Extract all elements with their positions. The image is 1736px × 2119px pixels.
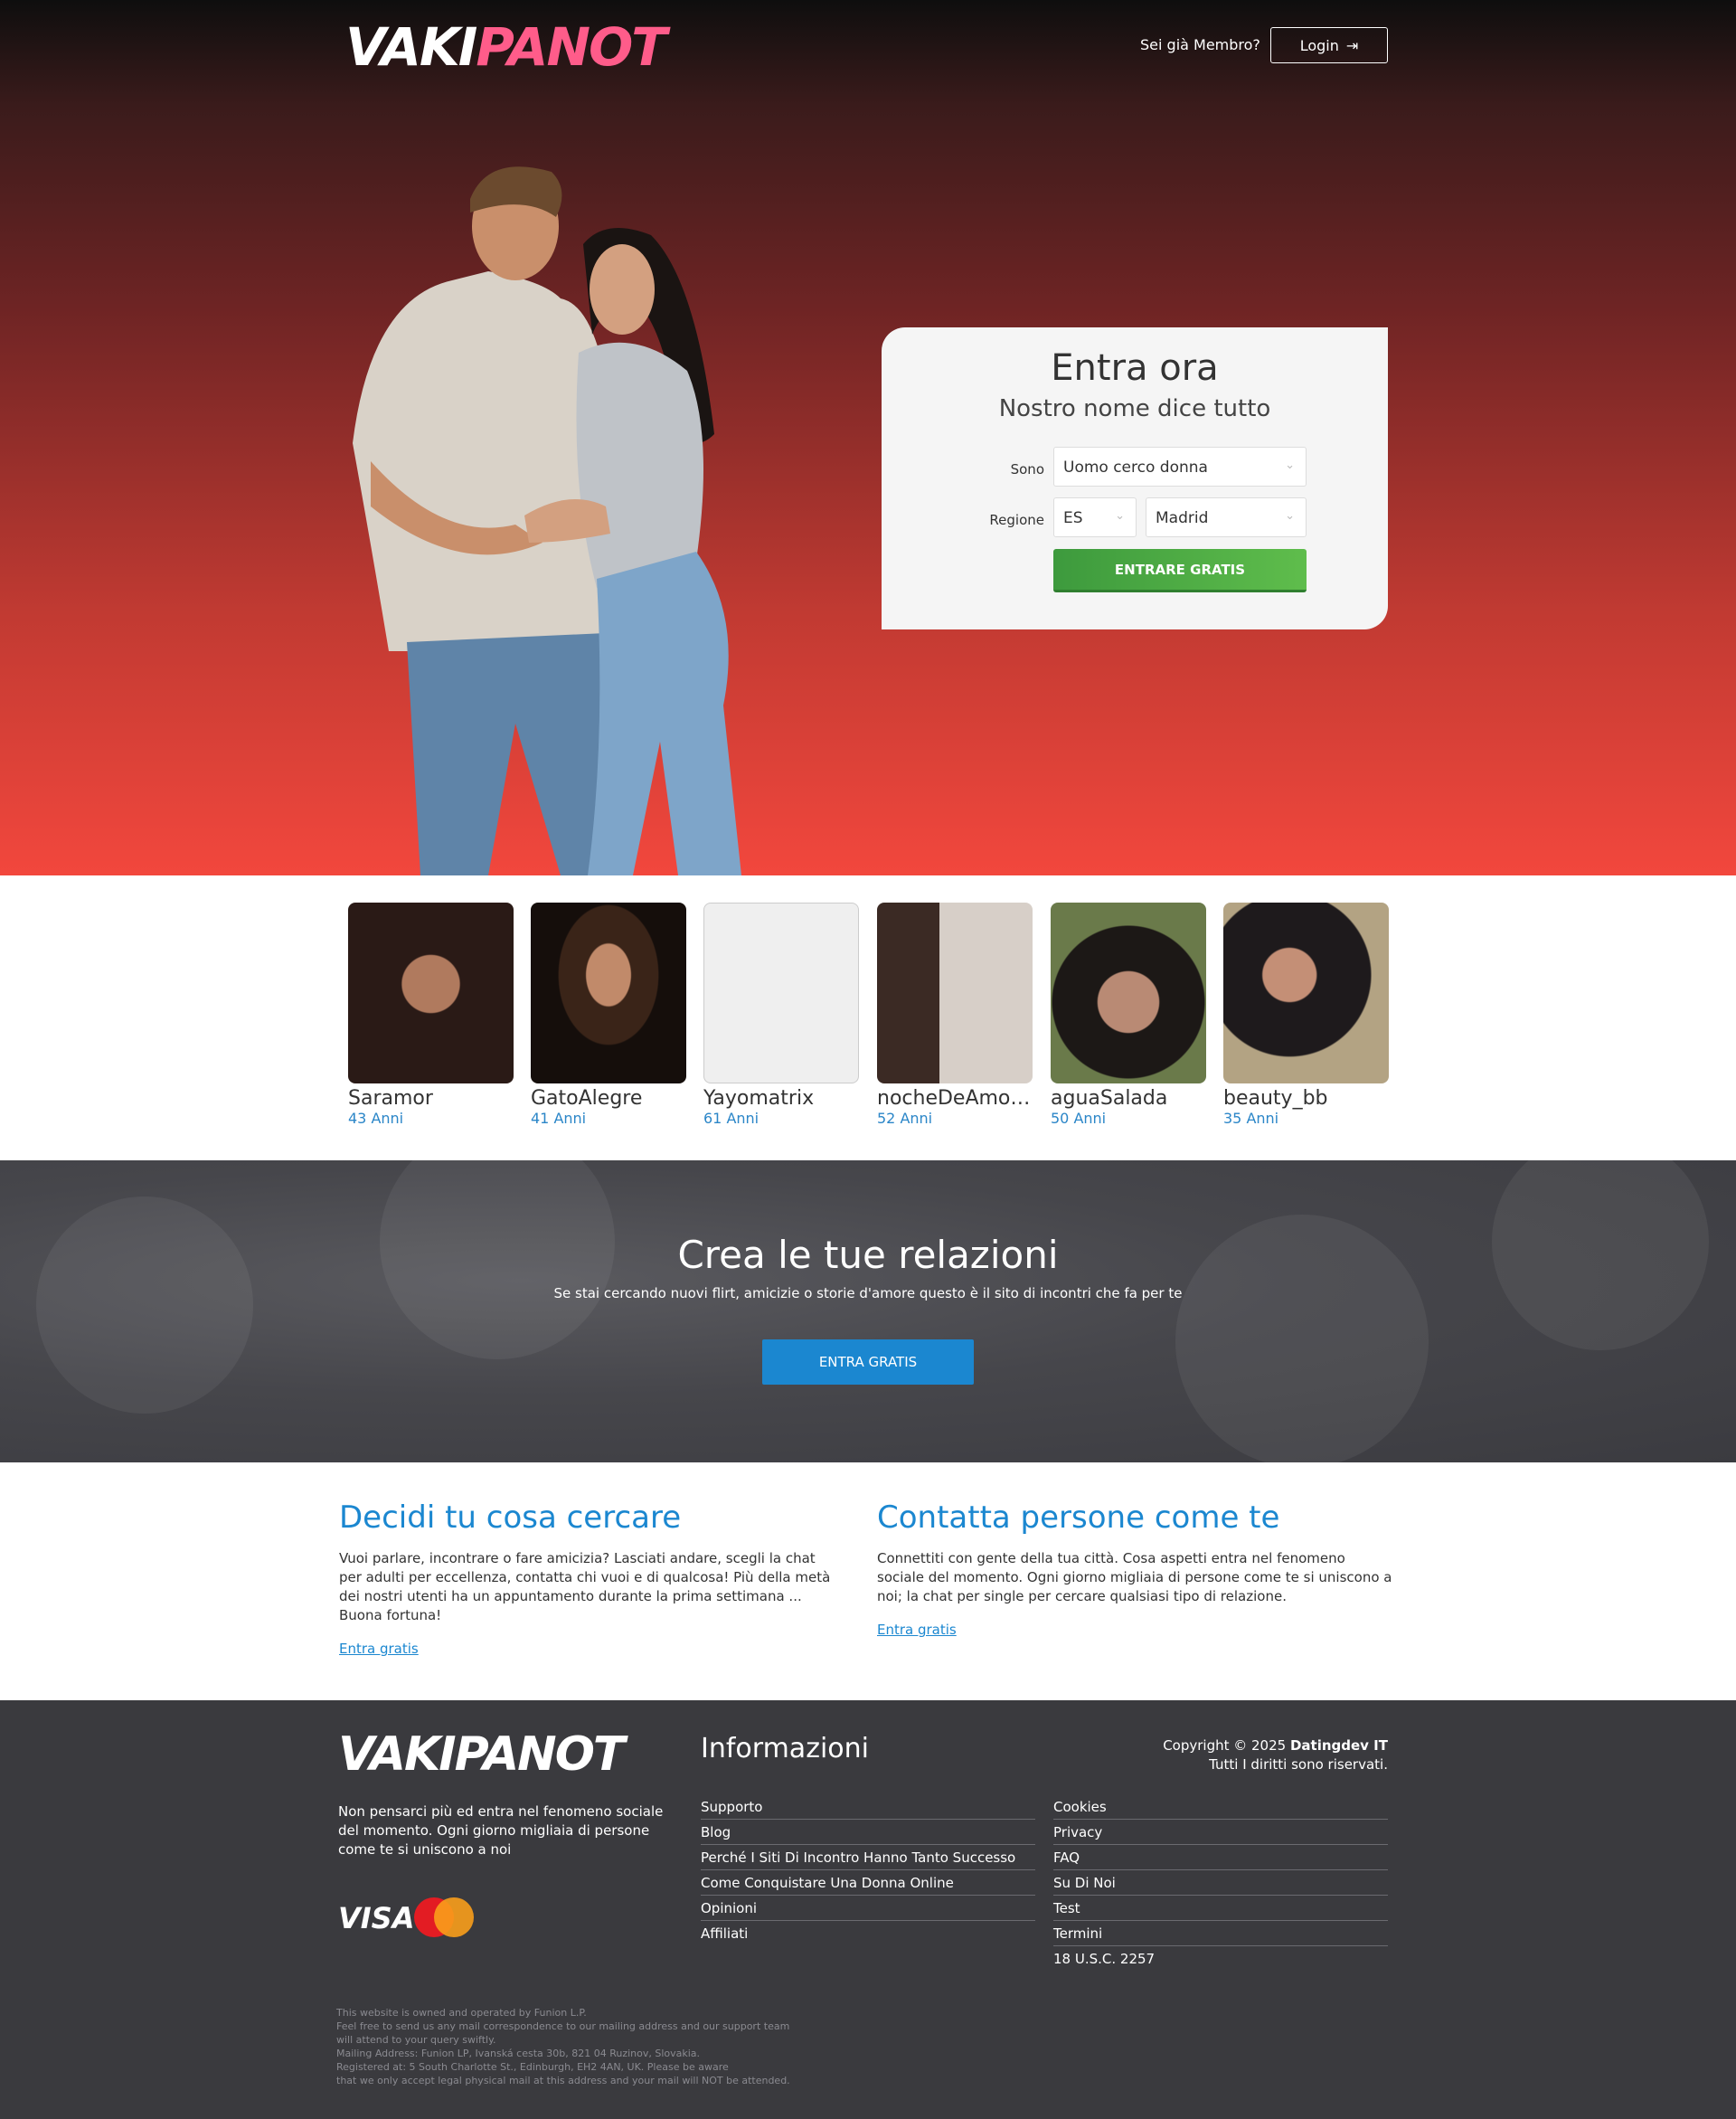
footer-link-blog[interactable]: Blog <box>701 1820 1035 1845</box>
footer-link-privacy[interactable]: Privacy <box>1053 1820 1388 1845</box>
sono-select[interactable]: Uomo cerco donna ⌄ <box>1053 447 1307 487</box>
profile-photo-placeholder[interactable] <box>703 903 859 1083</box>
hero-section: VAKIPANOT Sei già Membro? Login ⇥ Entra … <box>0 0 1736 875</box>
profile-name: Yayomatrix <box>703 1087 815 1110</box>
footer-link-su-di-noi[interactable]: Su Di Noi <box>1053 1870 1388 1896</box>
info-right-link[interactable]: Entra gratis <box>877 1622 957 1638</box>
profile-card[interactable]: nocheDeAmor... 52 Anni <box>877 903 1033 1127</box>
profile-name: beauty_bb <box>1223 1087 1328 1110</box>
profile-photo[interactable] <box>348 903 514 1083</box>
profile-card[interactable]: aguaSalada 50 Anni <box>1051 903 1206 1127</box>
chevron-down-icon: ⌄ <box>1285 459 1295 472</box>
profile-age: 35 Anni <box>1223 1110 1279 1127</box>
legal-notice: This website is owned and operated by Fu… <box>336 2007 790 2086</box>
chevron-down-icon: ⌄ <box>1285 509 1295 523</box>
info-right-title: Contatta persone come te <box>877 1499 1280 1536</box>
profile-name: GatoAlegre <box>531 1087 643 1110</box>
sono-value: Uomo cerco donna <box>1063 459 1208 477</box>
profile-name: aguaSalada <box>1051 1087 1168 1110</box>
sono-label: Sono <box>1010 461 1044 478</box>
sign-in-icon: ⇥ <box>1345 36 1359 54</box>
copyright-company: Datingdev IT <box>1289 1737 1388 1754</box>
info-left-link[interactable]: Entra gratis <box>339 1641 419 1657</box>
profile-card[interactable]: Yayomatrix 61 Anni <box>703 903 859 1127</box>
copyright: Copyright © 2025 Datingdev IT Tutti I di… <box>1163 1736 1388 1774</box>
profile-age: 43 Anni <box>348 1110 404 1127</box>
signup-card: Entra ora Nostro nome dice tutto Sono Uo… <box>882 327 1388 629</box>
background-face <box>36 1197 253 1414</box>
hero-couple-image <box>353 166 741 875</box>
banner-text: Se stai cercando nuovi flirt, amicizie o… <box>553 1285 1183 1301</box>
footer-link-affiliati[interactable]: Affiliati <box>701 1921 1035 1946</box>
chevron-down-icon: ⌄ <box>1115 509 1125 523</box>
mastercard-icon <box>414 1897 474 1937</box>
regione-label: Regione <box>989 512 1044 528</box>
info-left-title: Decidi tu cosa cercare <box>339 1499 682 1536</box>
footer-tagline: Non pensarci più ed entra nel fenomeno s… <box>338 1803 664 1858</box>
footer-link-supporto[interactable]: Supporto <box>701 1794 1035 1820</box>
footer-link-2257[interactable]: 18 U.S.C. 2257 <box>1053 1946 1388 1972</box>
footer-link-faq[interactable]: FAQ <box>1053 1845 1388 1870</box>
footer-info-title: Informazioni <box>701 1733 869 1764</box>
footer-link-cookies[interactable]: Cookies <box>1053 1794 1388 1820</box>
info-right-text: Connettiti con gente della tua città. Co… <box>877 1550 1392 1604</box>
signup-subtitle: Nostro nome dice tutto <box>998 395 1271 422</box>
copyright-prefix: Copyright © 2025 <box>1163 1737 1290 1754</box>
profile-card[interactable]: beauty_bb 35 Anni <box>1223 903 1389 1127</box>
info-left-text: Vuoi parlare, incontrare o fare amicizia… <box>339 1550 831 1623</box>
footer-link-opinioni[interactable]: Opinioni <box>701 1896 1035 1921</box>
profile-photo[interactable] <box>1051 903 1206 1083</box>
profile-age: 52 Anni <box>877 1110 933 1127</box>
enter-free-button[interactable]: ENTRARE GRATIS <box>1053 549 1307 592</box>
member-question: Sei già Membro? <box>1140 36 1260 53</box>
profile-name: nocheDeAmor... <box>877 1087 1033 1110</box>
footer: VAKIPANOT Non pensarci più ed entra nel … <box>0 1700 1736 2119</box>
profile-name: Saramor <box>348 1087 433 1110</box>
footer-link-perche[interactable]: Perché I Siti Di Incontro Hanno Tanto Su… <box>701 1845 1035 1870</box>
enter-free-banner-button[interactable]: ENTRA GRATIS <box>762 1339 974 1385</box>
footer-link-test[interactable]: Test <box>1053 1896 1388 1921</box>
profile-card[interactable]: GatoAlegre 41 Anni <box>531 903 686 1127</box>
relations-banner: Crea le tue relazioni Se stai cercando n… <box>0 1160 1736 1462</box>
footer-links-left: Supporto Blog Perché I Siti Di Incontro … <box>701 1794 1035 1946</box>
profile-photo[interactable] <box>877 903 1033 1083</box>
profile-photo[interactable] <box>531 903 686 1083</box>
country-select[interactable]: ES ⌄ <box>1053 497 1137 537</box>
banner-title: Crea le tue relazioni <box>677 1233 1059 1277</box>
country-value: ES <box>1063 509 1083 527</box>
region-value: Madrid <box>1156 509 1209 527</box>
signup-title: Entra ora <box>1051 347 1219 389</box>
footer-link-conquistare[interactable]: Come Conquistare Una Donna Online <box>701 1870 1035 1896</box>
footer-links-right: Cookies Privacy FAQ Su Di Noi Test Termi… <box>1053 1794 1388 1972</box>
profile-card[interactable]: Saramor 43 Anni <box>348 903 514 1127</box>
profile-age: 50 Anni <box>1051 1110 1107 1127</box>
region-select[interactable]: Madrid ⌄ <box>1146 497 1307 537</box>
profiles-strip: Saramor 43 Anni GatoAlegre 41 Anni Yayom… <box>0 875 1736 1160</box>
footer-link-termini[interactable]: Termini <box>1053 1921 1388 1946</box>
profile-age: 61 Anni <box>703 1110 760 1127</box>
site-logo[interactable]: VAKIPANOT <box>345 16 667 78</box>
footer-logo[interactable]: VAKIPANOT <box>338 1727 625 1782</box>
login-button[interactable]: Login ⇥ <box>1270 27 1388 63</box>
rights-reserved: Tutti I diritti sono riservati. <box>1209 1756 1388 1773</box>
profile-age: 41 Anni <box>531 1110 587 1127</box>
visa-logo: VISA <box>338 1901 415 1935</box>
profile-photo[interactable] <box>1223 903 1389 1083</box>
login-label: Login <box>1299 36 1339 54</box>
